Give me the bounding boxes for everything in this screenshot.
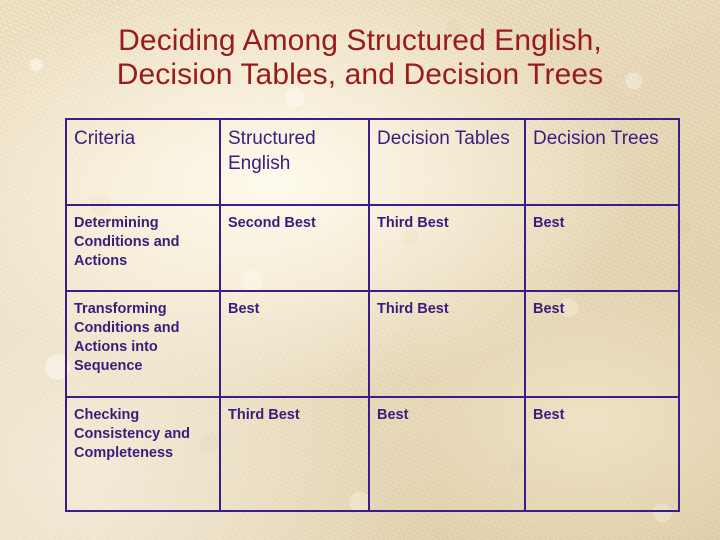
- header-cell-structured-english: Structured English: [219, 118, 370, 206]
- slide-title-line-1: Deciding Among Structured English,: [118, 24, 602, 57]
- slide-title-line-2: Decision Tables, and Decision Trees: [116, 58, 604, 92]
- table-row: Checking Consistency and Completeness Th…: [65, 396, 680, 512]
- cell-structured-english-1: Second Best: [219, 204, 370, 292]
- cell-criteria-2: Transforming Conditions and Actions into…: [65, 290, 221, 398]
- header-cell-criteria: Criteria: [65, 118, 221, 206]
- cell-decision-trees-3: Best: [524, 396, 680, 512]
- slide-canvas: Deciding Among Structured English, Decis…: [0, 0, 720, 540]
- header-cell-decision-tables: Decision Tables: [368, 118, 526, 206]
- cell-decision-tables-3: Best: [368, 396, 526, 512]
- table-header-row: Criteria Structured English Decision Tab…: [65, 118, 680, 206]
- cell-decision-tables-1: Third Best: [368, 204, 526, 292]
- header-cell-decision-trees: Decision Trees: [524, 118, 680, 206]
- cell-decision-trees-1: Best: [524, 204, 680, 292]
- table-row: Transforming Conditions and Actions into…: [65, 290, 680, 398]
- cell-decision-trees-2: Best: [524, 290, 680, 398]
- comparison-table: Criteria Structured English Decision Tab…: [65, 118, 680, 512]
- slide-title: Deciding Among Structured English, Decis…: [0, 24, 720, 92]
- cell-decision-tables-2: Third Best: [368, 290, 526, 398]
- cell-criteria-3: Checking Consistency and Completeness: [65, 396, 221, 512]
- cell-structured-english-2: Best: [219, 290, 370, 398]
- cell-criteria-1: Determining Conditions and Actions: [65, 204, 221, 292]
- table-row: Determining Conditions and Actions Secon…: [65, 204, 680, 292]
- cell-structured-english-3: Third Best: [219, 396, 370, 512]
